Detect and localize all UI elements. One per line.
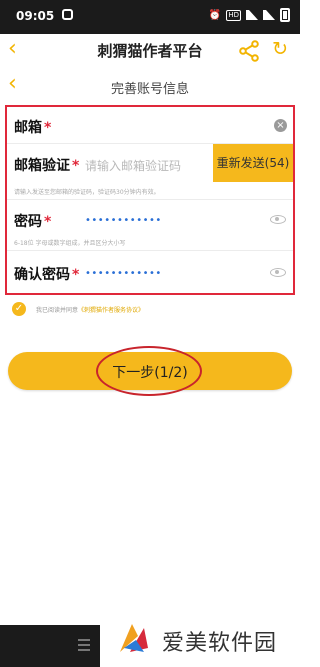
eye-icon[interactable] — [270, 268, 286, 277]
password-hint: 6-18位 字母或数字组成，并且区分大小写 — [14, 240, 126, 247]
agreement-text: 我已阅读并同意《刺猬猫作者服务协议》 — [36, 307, 145, 314]
required-mark: * — [72, 267, 80, 283]
email-code-label: 邮箱验证 * — [14, 158, 80, 174]
required-mark: * — [72, 158, 80, 174]
required-mark: * — [44, 120, 52, 136]
agreement-link[interactable]: 《刺猬猫作者服务协议》 — [78, 307, 144, 314]
signal-icon-2 — [263, 10, 275, 20]
password-row[interactable]: 密码 * •••••••••••• — [7, 200, 293, 236]
clear-icon[interactable]: × — [274, 119, 287, 132]
signal-icon — [246, 10, 258, 20]
status-icons: ⏰ HD — [209, 8, 290, 22]
agreement-row[interactable]: ✓ 我已阅读并同意《刺猬猫作者服务协议》 — [12, 302, 292, 318]
email-label: 邮箱 * — [14, 120, 52, 136]
email-code-input[interactable]: 请输入邮箱验证码 — [85, 157, 181, 174]
refresh-icon[interactable]: ↻ — [272, 39, 288, 59]
highlight-ring — [96, 346, 202, 396]
account-form: 邮箱 * × 邮箱验证 * 请输入邮箱验证码 重新发送(54) 请输入发送至您邮箱的… — [5, 105, 295, 295]
hd-badge: HD — [226, 9, 241, 21]
status-time: 09:05 — [16, 9, 55, 23]
top-bar: ‹ 刺猬猫作者平台 ↻ — [0, 34, 300, 66]
password-label: 密码 * — [14, 214, 52, 230]
confirm-password-label: 确认密码 * — [14, 267, 80, 283]
watermark: 爱美软件园 — [100, 609, 300, 667]
confirm-password-row[interactable]: 确认密码 * •••••••••••• — [7, 251, 293, 291]
share-icon[interactable] — [238, 40, 260, 62]
nfc-icon — [62, 9, 73, 20]
watermark-logo — [120, 624, 148, 652]
sub-header: ‹ 完善账号信息 — [0, 70, 300, 102]
battery-icon — [280, 8, 290, 22]
resend-button[interactable]: 重新发送(54) — [213, 144, 293, 182]
page-title: 完善账号信息 — [110, 82, 189, 97]
eye-icon[interactable] — [270, 215, 286, 224]
agree-checkbox[interactable]: ✓ — [12, 302, 26, 316]
next-step-button[interactable]: 下一步(1/2) — [8, 346, 292, 396]
password-field[interactable]: •••••••••••• — [85, 215, 162, 226]
watermark-text: 爱美软件园 — [162, 631, 278, 656]
email-code-hint: 请输入发送至您邮箱的验证码，验证码30分钟内有效。 — [14, 189, 160, 196]
email-row[interactable]: 邮箱 * × — [7, 107, 293, 143]
email-code-row[interactable]: 邮箱验证 * 请输入邮箱验证码 重新发送(54) — [7, 144, 293, 182]
required-mark: * — [44, 214, 52, 230]
confirm-password-field[interactable]: •••••••••••• — [85, 268, 162, 279]
alarm-icon: ⏰ — [208, 9, 222, 21]
status-bar: 09:05 ⏰ HD — [0, 0, 300, 34]
menu-icon[interactable] — [78, 639, 90, 651]
